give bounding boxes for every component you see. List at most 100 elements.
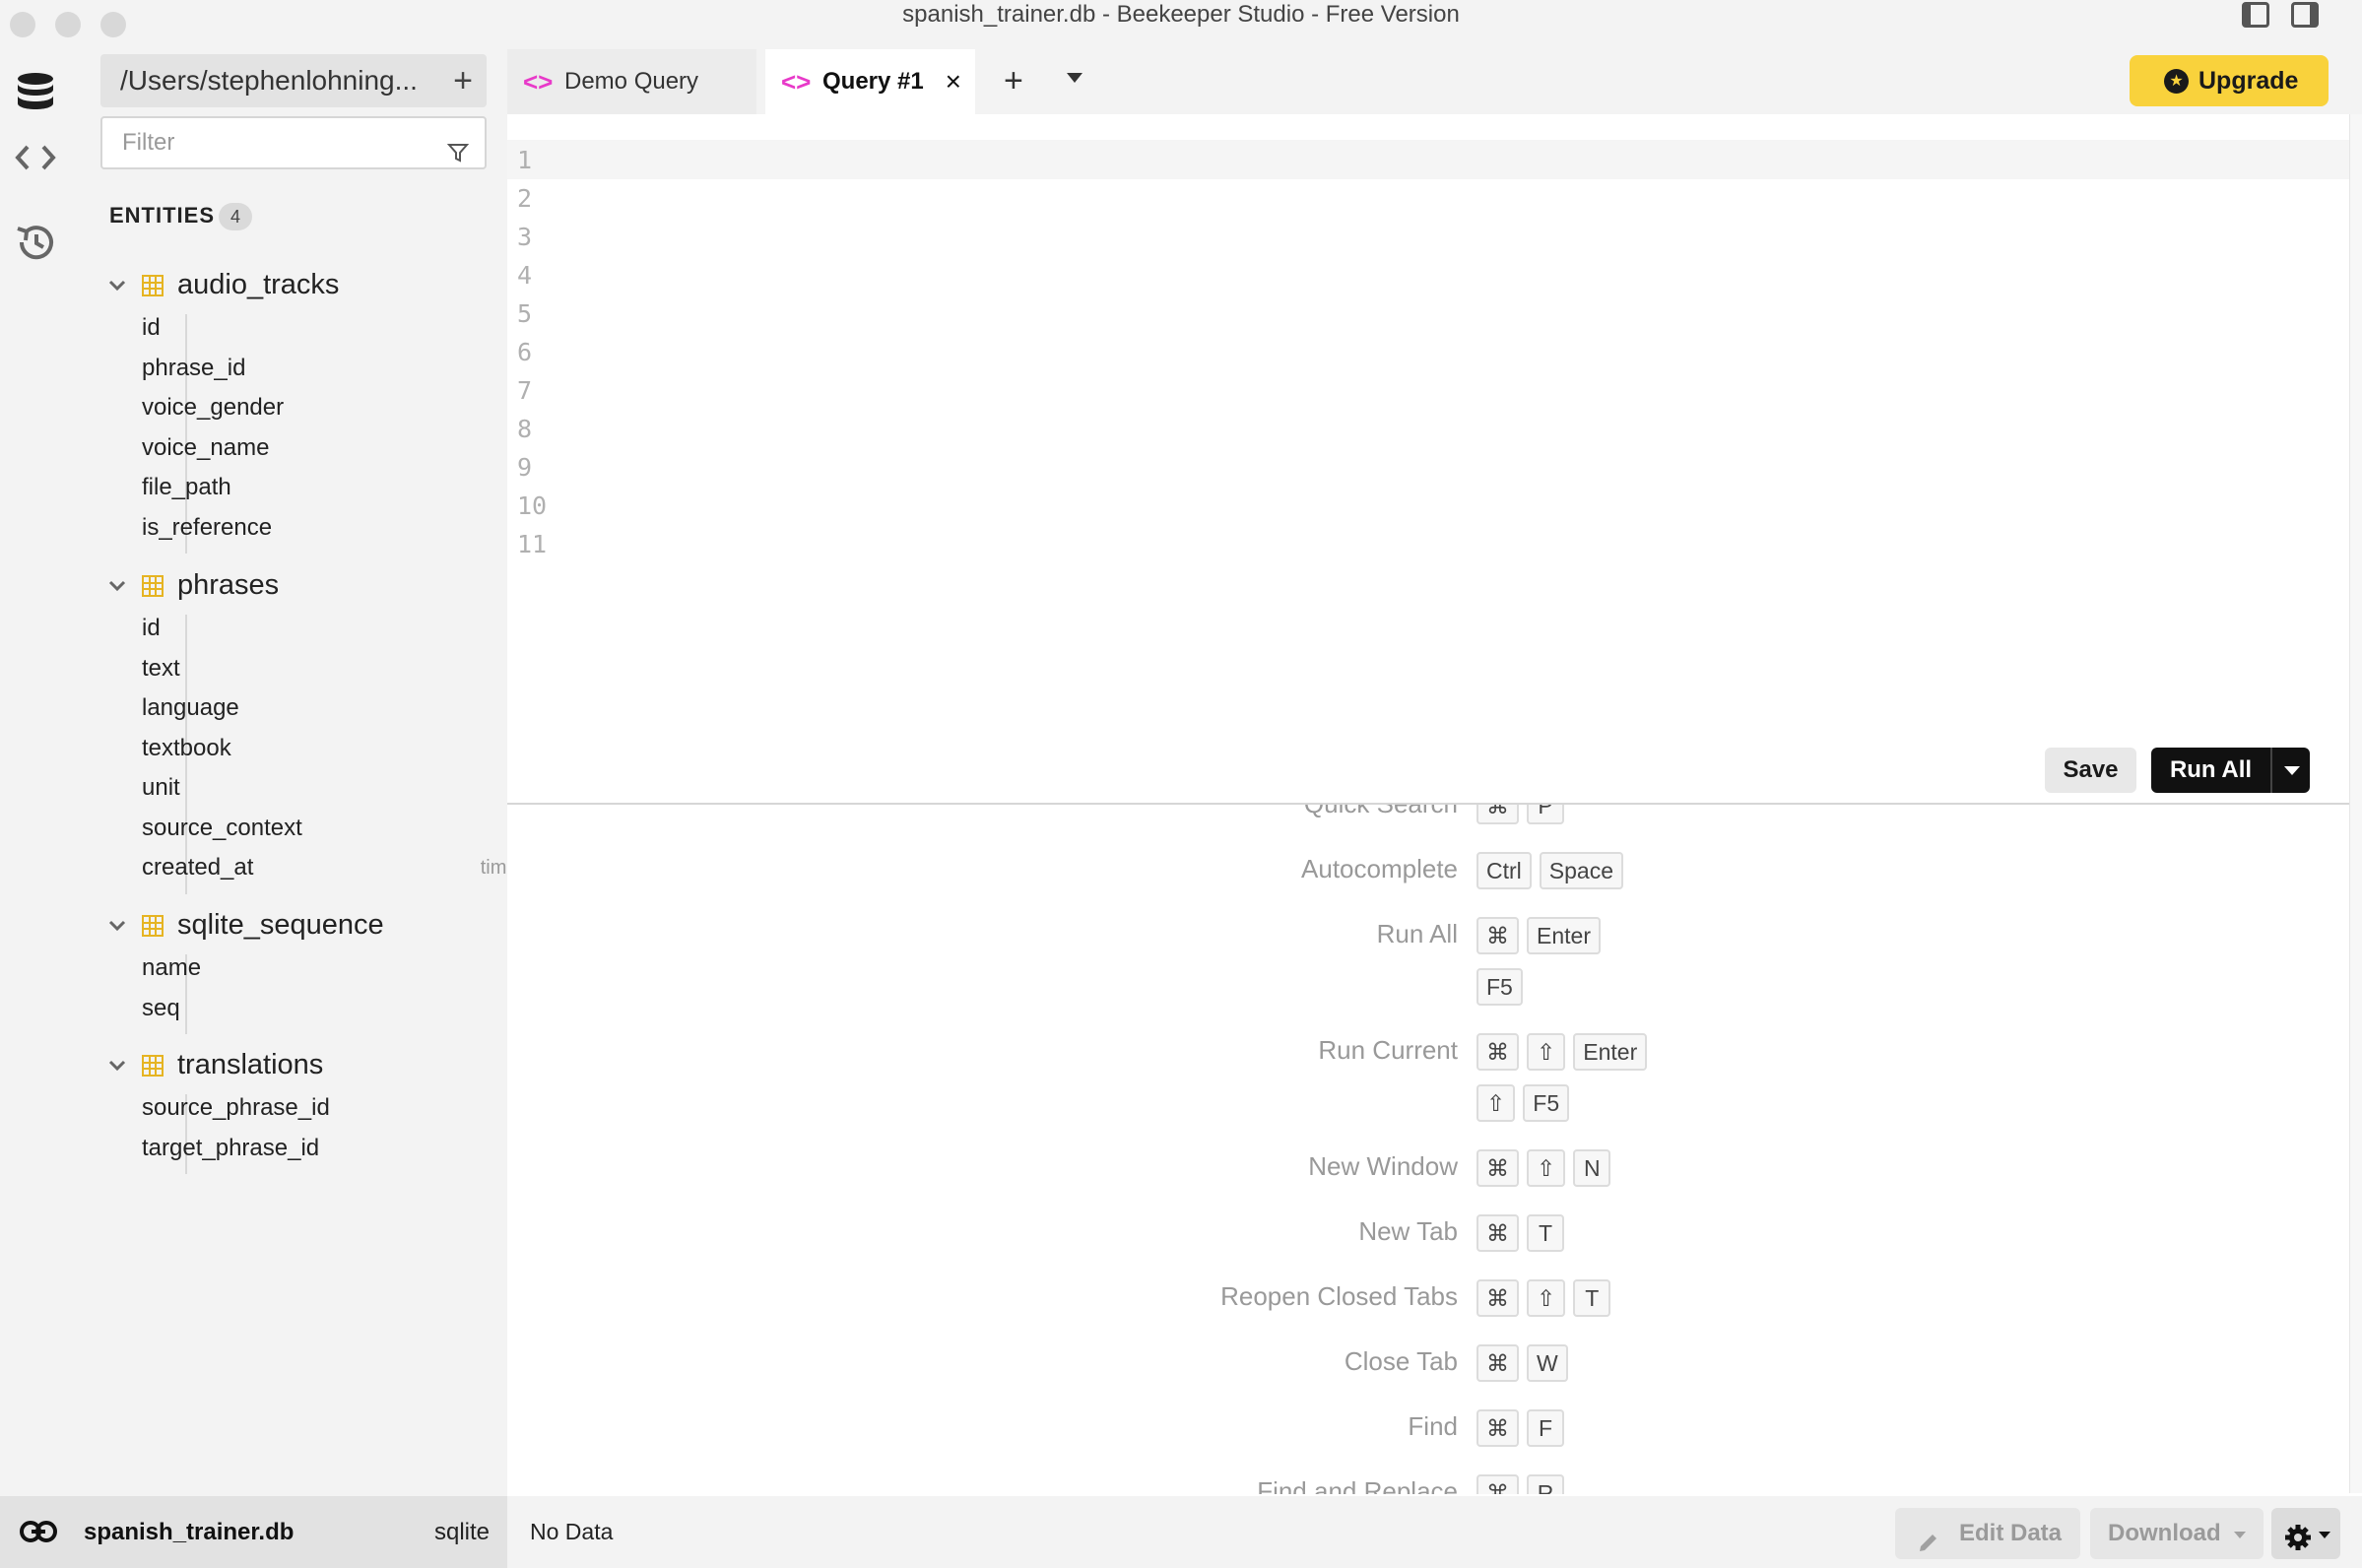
- result-status: No Data: [530, 1519, 614, 1544]
- chevron-down-icon[interactable]: [106, 915, 128, 942]
- gear-icon: [2283, 1520, 2313, 1568]
- key-cap: W: [1527, 1344, 1568, 1382]
- column-name[interactable]: language: [142, 694, 239, 722]
- column-name[interactable]: voice_name: [142, 434, 269, 462]
- table-name: phrases: [177, 569, 280, 601]
- entities-heading: ENTITIES: [109, 203, 216, 228]
- chevron-down-icon[interactable]: [106, 1055, 128, 1081]
- line-number: 2: [517, 184, 533, 213]
- key-cap: ⇧: [1527, 1149, 1566, 1187]
- table-icon: [142, 275, 164, 301]
- tab-label: Query #1: [822, 68, 924, 95]
- column-name[interactable]: id: [142, 615, 161, 642]
- shortcut-keys: ⌘ F: [1476, 1409, 1572, 1447]
- line-number: 5: [517, 299, 533, 328]
- line-number: 9: [517, 453, 533, 482]
- shortcut-keys: ⌘ W: [1476, 1344, 1576, 1382]
- key-cap: P: [1527, 805, 1564, 824]
- code-icon: <>: [781, 67, 812, 97]
- edit-data-label: Edit Data: [1959, 1520, 2063, 1546]
- line-number: 4: [517, 261, 533, 290]
- column-name[interactable]: name: [142, 954, 201, 982]
- funnel-icon[interactable]: [446, 132, 470, 181]
- column-name[interactable]: is_reference: [142, 514, 272, 542]
- table-item[interactable]: phrases: [100, 567, 504, 607]
- column-name[interactable]: created_at: [142, 854, 253, 882]
- tab-demo-query[interactable]: <> Demo Query: [507, 49, 756, 114]
- connection-status[interactable]: spanish_trainer.db sqlite: [0, 1496, 507, 1568]
- column-name[interactable]: source_context: [142, 815, 302, 842]
- history-icon[interactable]: [14, 221, 57, 264]
- connection-path[interactable]: /Users/stephenlohning... +: [100, 54, 487, 107]
- toggle-left-sidebar-icon[interactable]: [2242, 2, 2269, 28]
- chevron-down-icon[interactable]: [106, 275, 128, 301]
- column-name[interactable]: file_path: [142, 474, 231, 501]
- shortcut-label: Quick Search: [965, 805, 1458, 819]
- entities-sidebar: /Users/stephenlohning... + Filter ENTITI…: [71, 43, 571, 1496]
- run-all-button[interactable]: Run All: [2151, 748, 2270, 793]
- line-number: 6: [517, 338, 533, 366]
- download-label: Download: [2108, 1520, 2221, 1546]
- chevron-down-icon[interactable]: [106, 575, 128, 602]
- line-number: 10: [517, 491, 548, 520]
- editor-scrollbar[interactable]: [2349, 114, 2362, 1493]
- key-cap: Enter: [1527, 917, 1601, 954]
- add-icon[interactable]: +: [453, 54, 473, 107]
- database-icon[interactable]: [14, 71, 57, 114]
- column-name[interactable]: seq: [142, 995, 180, 1022]
- table-item[interactable]: sqlite_sequence: [100, 907, 504, 947]
- sql-editor[interactable]: 1 2 3 4 5 6 7 8 9 10 11: [507, 140, 2349, 800]
- table-name: audio_tracks: [177, 269, 340, 300]
- chevron-down-icon: [2319, 1532, 2330, 1538]
- key-cap: Space: [1539, 852, 1623, 889]
- edit-data-button[interactable]: Edit Data: [1895, 1508, 2080, 1559]
- window-titlebar: spanish_trainer.db - Beekeeper Studio - …: [0, 0, 2362, 43]
- table-item[interactable]: translations: [100, 1047, 504, 1086]
- column-name[interactable]: unit: [142, 774, 180, 802]
- shortcut-label: Reopen Closed Tabs: [1220, 1281, 1458, 1311]
- column-name[interactable]: phrase_id: [142, 355, 245, 382]
- column-name[interactable]: textbook: [142, 735, 231, 762]
- key-cap: ⇧: [1527, 1033, 1566, 1071]
- close-tab-icon[interactable]: ×: [946, 49, 961, 114]
- key-cap: R: [1527, 1474, 1564, 1494]
- table-name: translations: [177, 1049, 324, 1080]
- toggle-right-sidebar-icon[interactable]: [2291, 2, 2319, 28]
- shortcut-keys: ⌘ ⇧ T: [1476, 1279, 1618, 1317]
- key-cap: T: [1573, 1279, 1611, 1317]
- window-title: spanish_trainer.db - Beekeeper Studio - …: [902, 1, 1460, 28]
- column-name[interactable]: target_phrase_id: [142, 1135, 319, 1162]
- shortcut-keys: ⌘ ⇧ N: [1476, 1149, 1618, 1187]
- table-name: sqlite_sequence: [177, 909, 384, 941]
- table-item[interactable]: audio_tracks: [100, 267, 504, 306]
- shortcut-keys: ⌘ T: [1476, 1214, 1572, 1252]
- column-name[interactable]: text: [142, 655, 180, 683]
- run-options-chevron-down-icon[interactable]: [2270, 748, 2310, 793]
- key-cap: ⌘: [1476, 1344, 1519, 1382]
- key-cap: ⌘: [1476, 1279, 1519, 1317]
- column-name[interactable]: id: [142, 314, 161, 342]
- table-icon: [142, 1055, 164, 1081]
- download-button[interactable]: Download: [2090, 1508, 2264, 1559]
- link-icon: [20, 1518, 57, 1550]
- save-button[interactable]: Save: [2045, 748, 2136, 793]
- new-tab-plus-icon[interactable]: +: [1004, 61, 1023, 100]
- key-cap: F5: [1523, 1084, 1570, 1122]
- column-name[interactable]: voice_gender: [142, 394, 284, 422]
- table-icon: [142, 915, 164, 942]
- filter-input[interactable]: Filter: [100, 116, 487, 169]
- run-all-label: Run All: [2169, 756, 2253, 783]
- key-cap: ⌘: [1476, 1474, 1519, 1494]
- key-cap: ⌘: [1476, 1409, 1519, 1447]
- query-code-icon[interactable]: [14, 136, 57, 179]
- status-bar: spanish_trainer.db sqlite No Data Edit D…: [0, 1496, 2362, 1568]
- tab-menu-chevron-down-icon[interactable]: [1067, 73, 1083, 83]
- tab-query-1[interactable]: <> Query #1 ×: [765, 49, 975, 114]
- settings-button[interactable]: [2271, 1508, 2340, 1559]
- key-cap: F5: [1476, 968, 1523, 1006]
- upgrade-button[interactable]: ★ Upgrade: [2130, 55, 2329, 106]
- line-number: 3: [517, 223, 533, 251]
- column-name[interactable]: source_phrase_id: [142, 1094, 330, 1122]
- pencil-icon: [1917, 1522, 1940, 1568]
- chevron-down-icon: [2234, 1532, 2246, 1538]
